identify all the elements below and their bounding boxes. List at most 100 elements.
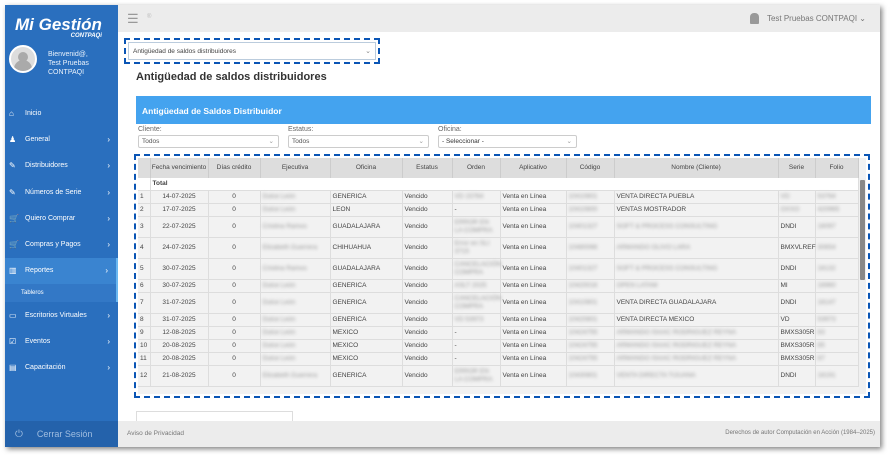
cell-fecha-vencimiento: 12-08-2025 bbox=[150, 326, 209, 340]
sidebar-item-label: Inicio bbox=[25, 109, 42, 117]
cell-serie: MI bbox=[778, 279, 816, 293]
column-header[interactable]: Orden bbox=[452, 158, 501, 178]
column-header[interactable]: Nombre (Cliente) bbox=[614, 158, 779, 178]
cell-folio: 16147 bbox=[815, 292, 859, 314]
sidebar-item-compras-y-pagos[interactable]: 🛒 Compras y Pagos › bbox=[5, 231, 118, 257]
column-header[interactable]: Oficina bbox=[330, 158, 403, 178]
quiero-comprar-icon: 🛒 bbox=[9, 213, 19, 223]
cell-nombre-cliente-: ARMANDO OLIVO LARA bbox=[614, 237, 779, 259]
sidebar-item-distribuidores[interactable]: ✎ Distribuidores › bbox=[5, 153, 118, 179]
table-row[interactable]: 1 14-07-2025 0 Dulce León GENERICA Vencido VD … bbox=[138, 190, 859, 204]
cell-c-digo: 10424755 bbox=[566, 352, 615, 366]
column-header[interactable]: Días crédito bbox=[208, 158, 261, 178]
cell-c-digo: 10420016 bbox=[566, 279, 615, 293]
user-icon bbox=[749, 13, 759, 24]
logout-button[interactable]: ⏻ Cerrar Sesión bbox=[5, 421, 118, 447]
sidebar-subitem-tableros[interactable]: Tableros bbox=[5, 284, 118, 303]
cell-nombre-cliente-: OPEN LATAM bbox=[614, 279, 779, 293]
table-row[interactable]: 6 30-07-2025 0 Dulce León GENERICA Vencido ASL… bbox=[138, 279, 859, 293]
column-header[interactable]: Fecha vencimiento bbox=[150, 158, 209, 178]
column-header[interactable]: Serie bbox=[778, 158, 816, 178]
sidebar-item-inicio[interactable]: ⌂ Inicio bbox=[5, 100, 118, 126]
column-header[interactable]: Estatus bbox=[402, 158, 453, 178]
cell-orden: VD 15764 bbox=[452, 190, 501, 204]
cell-estatus: Vencido bbox=[402, 292, 453, 314]
column-header[interactable] bbox=[138, 158, 151, 178]
escritorios-virtuales-icon: ▭ bbox=[9, 310, 17, 320]
chevron-right-icon: › bbox=[107, 213, 110, 223]
cell-folio: 83 bbox=[815, 326, 859, 340]
report-select[interactable]: Antigüedad de saldos distribuidores ⌄ bbox=[124, 38, 380, 64]
cell-d-as-cr-dito: 0 bbox=[208, 279, 261, 293]
cell-estatus: Vencido bbox=[402, 352, 453, 366]
table-row[interactable]: 2 17-07-2025 0 Dulce León LEON Vencido - Venta … bbox=[138, 203, 859, 217]
sidebar-item-quiero-comprar[interactable]: 🛒 Quiero Comprar › bbox=[5, 205, 118, 231]
brand-logo[interactable]: Mi Gestión CONTPAQi bbox=[15, 15, 102, 39]
filter-oficina: Oficina: - Seleccionar - ⌄ bbox=[438, 126, 577, 148]
column-header[interactable]: Código bbox=[566, 158, 615, 178]
cell-c-digo: 10410801 bbox=[566, 292, 615, 314]
cell-fecha-vencimiento: 31-07-2025 bbox=[150, 313, 209, 327]
cell-d-as-cr-dito: 0 bbox=[208, 313, 261, 327]
row-num-cell: 5 bbox=[138, 258, 151, 280]
table-row[interactable]: 11 20-08-2025 0 Dulce León MEXICO Vencido - Ven… bbox=[138, 352, 859, 366]
data-grid: Fecha vencimiento Días crédito Ejecutiva Of… bbox=[134, 154, 870, 398]
cell-folio: 53973 bbox=[815, 313, 859, 327]
sidebar-item-label: Capacitación bbox=[25, 364, 66, 372]
cell-ejecutiva: Dulce León bbox=[260, 352, 331, 366]
cell-oficina: GENERICA bbox=[330, 365, 403, 387]
cell-serie: OXXO bbox=[778, 203, 816, 217]
cell-fecha-vencimiento: 24-07-2025 bbox=[150, 237, 209, 259]
sidebar-item-label: Compras y Pagos bbox=[25, 241, 81, 249]
cell-orden: - bbox=[452, 326, 501, 340]
cell-aplicativo: Venta en Línea bbox=[500, 313, 567, 327]
column-header[interactable]: Folio bbox=[815, 158, 859, 178]
vertical-scrollbar[interactable] bbox=[859, 178, 866, 394]
cell-folio: 16960 bbox=[815, 279, 859, 293]
cell-d-as-cr-dito: 0 bbox=[208, 339, 261, 353]
chevron-right-icon: › bbox=[107, 161, 110, 171]
user-menu[interactable]: Test Pruebas CONTPAQI ⌄ bbox=[749, 13, 866, 24]
table-row[interactable]: 3 22-07-2025 0 Cristina Ramos GUADALAJARA Ven… bbox=[138, 216, 859, 238]
estatus-select[interactable]: Todos ⌄ bbox=[288, 135, 429, 148]
column-header[interactable]: Ejecutiva bbox=[260, 158, 331, 178]
table-row[interactable]: 5 30-07-2025 0 Cristina Ramos GUADALAJARA Ven… bbox=[138, 258, 859, 280]
sidebar-item-reportes[interactable]: ▥ Reportes › bbox=[5, 257, 118, 285]
cell-serie: DNDI bbox=[778, 292, 816, 314]
cell-nombre-cliente-: ARMANDO ISAAC RODRIGUEZ REYNA bbox=[614, 339, 779, 353]
row-num-cell: 3 bbox=[138, 216, 151, 238]
table-row[interactable]: 12 21-08-2025 0 Elizabeth Guerrera GENERICA V… bbox=[138, 365, 859, 387]
power-icon: ⏻ bbox=[15, 428, 23, 440]
sidebar-item-escritorios-virtuales[interactable]: ▭ Escritorios Virtuales › bbox=[5, 302, 118, 328]
chevron-right-icon: › bbox=[107, 187, 110, 197]
table-row[interactable]: 7 31-07-2025 0 Dulce León GENERICA Vencido CAN… bbox=[138, 292, 859, 314]
cell-d-as-cr-dito: 0 bbox=[208, 352, 261, 366]
privacy-link[interactable]: Aviso de Privacidad bbox=[127, 430, 184, 437]
filter-estatus: Estatus: Todos ⌄ bbox=[288, 126, 429, 148]
table-row[interactable]: 8 31-07-2025 0 Dulce León GENERICA Vencido VD … bbox=[138, 313, 859, 327]
table-row[interactable]: 4 24-07-2025 0 Elizabeth Guerrera CHIHUAHUA V… bbox=[138, 237, 859, 259]
cell-fecha-vencimiento: 20-08-2025 bbox=[150, 352, 209, 366]
capacitacion-icon: ▤ bbox=[9, 363, 17, 373]
cell-aplicativo: Venta en Línea bbox=[500, 190, 567, 204]
sidebar-item-capacitacion[interactable]: ▤ Capacitación › bbox=[5, 355, 118, 381]
menu-toggle-icon[interactable]: ☰ bbox=[127, 11, 139, 27]
sidebar-item-eventos[interactable]: ☑ Eventos › bbox=[5, 328, 118, 354]
column-header[interactable]: Aplicativo bbox=[500, 158, 567, 178]
cell-estatus: Vencido bbox=[402, 190, 453, 204]
cell-ejecutiva: Elizabeth Guerrera bbox=[260, 237, 331, 259]
oficina-select[interactable]: - Seleccionar - ⌄ bbox=[438, 135, 577, 148]
table-row[interactable]: 9 12-08-2025 0 Dulce León MEXICO Vencido - Vent… bbox=[138, 326, 859, 340]
cell-nombre-cliente-: VENTAS MOSTRADOR bbox=[614, 203, 779, 217]
cell-d-as-cr-dito: 0 bbox=[208, 292, 261, 314]
row-num-cell: 4 bbox=[138, 237, 151, 259]
sidebar-item-numeros-de-serie[interactable]: ✎ Números de Serie › bbox=[5, 179, 118, 205]
chevron-right-icon: › bbox=[107, 363, 110, 373]
cell-estatus: Vencido bbox=[402, 365, 453, 387]
cell-orden: - bbox=[452, 352, 501, 366]
cliente-select[interactable]: Todos ⌄ bbox=[138, 135, 279, 148]
table-row[interactable]: 10 20-08-2025 0 Dulce León MEXICO Vencido - Ven… bbox=[138, 339, 859, 353]
cell-nombre-cliente-: VENTA DIRECTA GUADALAJARA bbox=[614, 292, 779, 314]
cell-c-digo: 10401327 bbox=[566, 258, 615, 280]
sidebar-item-general[interactable]: ♟ General › bbox=[5, 126, 118, 152]
